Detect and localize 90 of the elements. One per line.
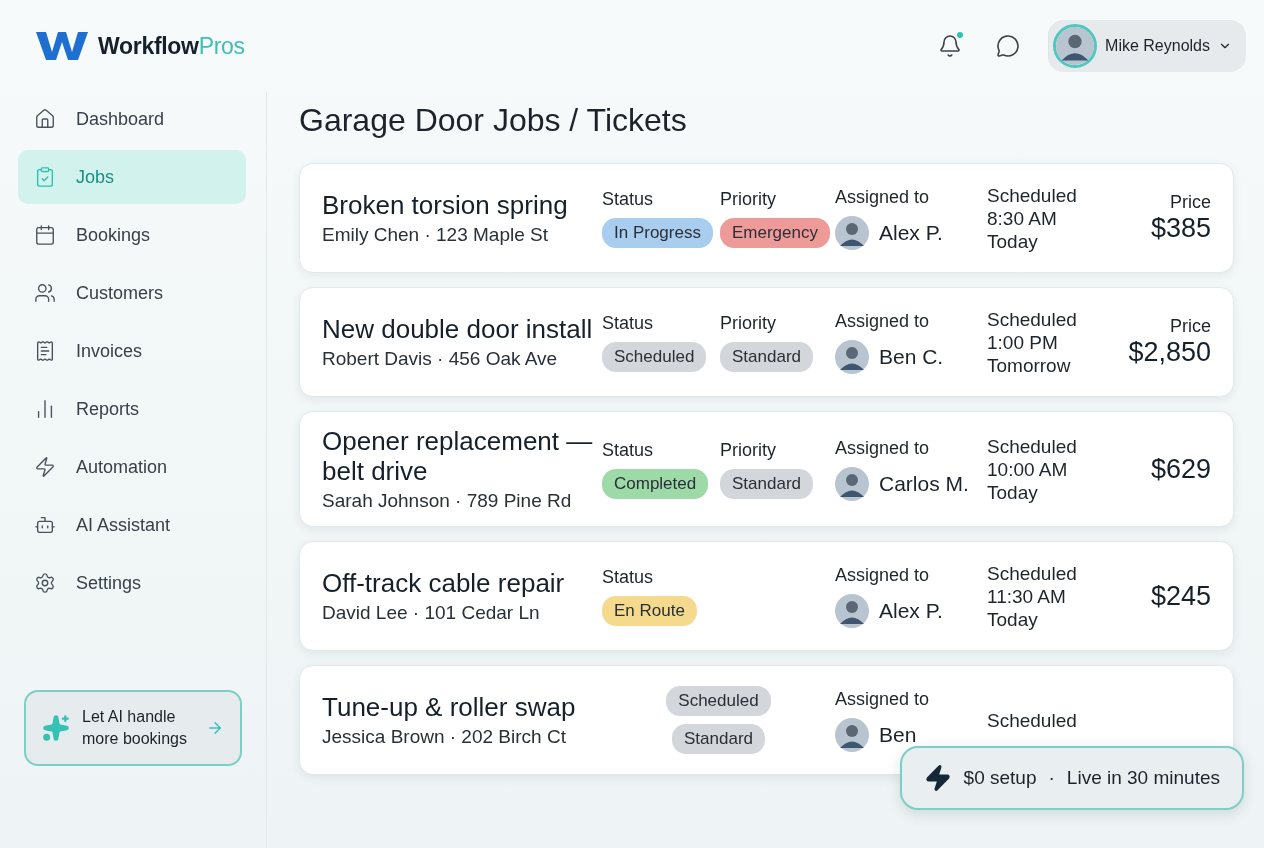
column-label: Status xyxy=(602,312,654,334)
column-label: Assigned to xyxy=(835,564,930,586)
sidebar-item[interactable]: Invoices xyxy=(18,324,246,378)
job-title: New double door install xyxy=(322,314,594,344)
scheduled-time: 11:30 AM xyxy=(987,584,1066,608)
avatar-icon xyxy=(835,593,869,628)
column-label: Scheduled xyxy=(987,434,1077,458)
scheduled-time: 8:30 AM xyxy=(987,206,1057,230)
avatar-icon xyxy=(835,717,869,752)
column-label: Priority xyxy=(720,188,776,210)
avatar-icon xyxy=(1056,27,1095,65)
assignee-name: Alex P. xyxy=(879,220,943,245)
column-label: Priority xyxy=(720,312,776,334)
robot-icon xyxy=(34,514,56,536)
column-label: Assigned to xyxy=(835,688,930,710)
settings-icon xyxy=(34,572,56,594)
column-label: Scheduled xyxy=(987,183,1077,207)
brand-name: WorkflowPros xyxy=(98,32,245,60)
bell-icon[interactable] xyxy=(938,34,963,58)
column-label: Price xyxy=(1170,192,1211,213)
sidebar-item[interactable]: Customers xyxy=(18,266,246,320)
customer-address: Sarah Johnson · 789 Pine Rd xyxy=(322,490,573,512)
avatar-icon xyxy=(835,215,869,250)
status-pill: Scheduled xyxy=(666,686,771,716)
job-title: Tune-up & roller swap xyxy=(322,692,577,722)
page-title: Garage Door Jobs / Tickets xyxy=(299,102,688,139)
column-label: Priority xyxy=(720,439,776,461)
receipt-icon xyxy=(34,340,56,362)
job-card[interactable]: New double door install Robert Davis · 456 Oak Ave Status Scheduled Priority Standard Assigned to Ben C. Scheduled 1:00 PM Tomorrow Price $2,850 xyxy=(299,287,1234,397)
logo-icon xyxy=(34,30,90,62)
status-pill: Scheduled xyxy=(602,341,707,372)
status-pill: Standard xyxy=(720,341,813,372)
assignee-name: Ben C. xyxy=(879,344,944,369)
column-label: Status xyxy=(602,566,654,588)
job-card[interactable]: Off-track cable repair David Lee · 101 Cedar Ln Status En Route Assigned to Alex P. Scheduled 11:30 AM Today $245 xyxy=(299,541,1234,651)
arrow-right-icon xyxy=(206,719,224,737)
customer-address: David Lee · 101 Cedar Ln xyxy=(322,602,541,624)
column-label: Scheduled xyxy=(987,561,1077,585)
job-card[interactable]: Broken torsion spring Emily Chen · 123 Maple St Status In Progress Priority Emergency Assigned to Alex P. Scheduled 8:30 AM Today Price $385 xyxy=(299,163,1234,273)
column-label: Assigned to xyxy=(835,186,930,208)
column-label: Price xyxy=(1170,316,1211,337)
column-label: Assigned to xyxy=(835,310,930,332)
column-label: Status xyxy=(602,188,654,210)
scheduled-time: 10:00 AM xyxy=(987,457,1068,481)
status-pill: Standard xyxy=(672,724,765,754)
sidebar-item[interactable]: Bookings xyxy=(18,208,246,262)
status-pill: Emergency xyxy=(720,217,830,248)
chat-icon[interactable] xyxy=(996,34,1021,58)
scheduled-day: Tomorrow xyxy=(987,353,1071,377)
home-icon xyxy=(34,108,56,130)
status-pill: En Route xyxy=(602,595,697,626)
customer-address: Jessica Brown · 202 Birch Ct xyxy=(322,726,567,748)
column-label: Assigned to xyxy=(835,437,930,459)
job-title: Broken torsion spring xyxy=(322,190,569,220)
status-pill: Completed xyxy=(602,468,709,499)
job-title: Opener replacement — belt drive xyxy=(322,426,594,486)
promo-button[interactable]: Let AI handle more bookings xyxy=(24,690,242,766)
scheduled-day: Today xyxy=(987,480,1038,504)
sparkle-icon xyxy=(42,714,70,742)
scheduled-day: Today xyxy=(987,607,1038,631)
assignee-name: Ben xyxy=(879,722,917,747)
scheduled-time: 1:00 PM xyxy=(987,330,1058,354)
job-price: $245 xyxy=(1150,580,1211,612)
avatar-icon xyxy=(835,339,869,374)
job-title: Off-track cable repair xyxy=(322,568,566,598)
calendar-icon xyxy=(34,224,56,246)
user-menu[interactable]: Mike Reynolds xyxy=(1048,20,1246,72)
customer-address: Robert Davis · 456 Oak Ave xyxy=(322,348,559,370)
column-label: Scheduled xyxy=(987,307,1077,331)
job-price: $385 xyxy=(1150,213,1211,244)
sidebar-item[interactable]: Reports xyxy=(18,382,246,436)
sidebar-item[interactable]: Settings xyxy=(18,556,246,610)
sidebar-item[interactable]: Automation xyxy=(18,440,246,494)
sidebar-item[interactable]: Dashboard xyxy=(18,92,246,146)
sidebar-item[interactable]: AI Assistant xyxy=(18,498,246,552)
lightning-icon xyxy=(923,764,952,792)
assignee-name: Carlos M. xyxy=(879,471,969,496)
status-pill: In Progress xyxy=(602,217,713,248)
people-icon xyxy=(34,282,56,304)
status-pill: Standard xyxy=(720,468,813,499)
clipboard-icon xyxy=(34,166,56,188)
customer-address: Emily Chen · 123 Maple St xyxy=(322,224,549,246)
column-label: Scheduled xyxy=(987,708,1077,732)
job-price: $2,850 xyxy=(1128,337,1211,368)
assignee-name: Alex P. xyxy=(879,598,943,623)
lightning-icon xyxy=(34,456,56,478)
column-label: Status xyxy=(602,439,654,461)
job-price: $629 xyxy=(1150,453,1211,485)
avatar-icon xyxy=(835,466,869,501)
scheduled-day: Today xyxy=(987,229,1038,253)
